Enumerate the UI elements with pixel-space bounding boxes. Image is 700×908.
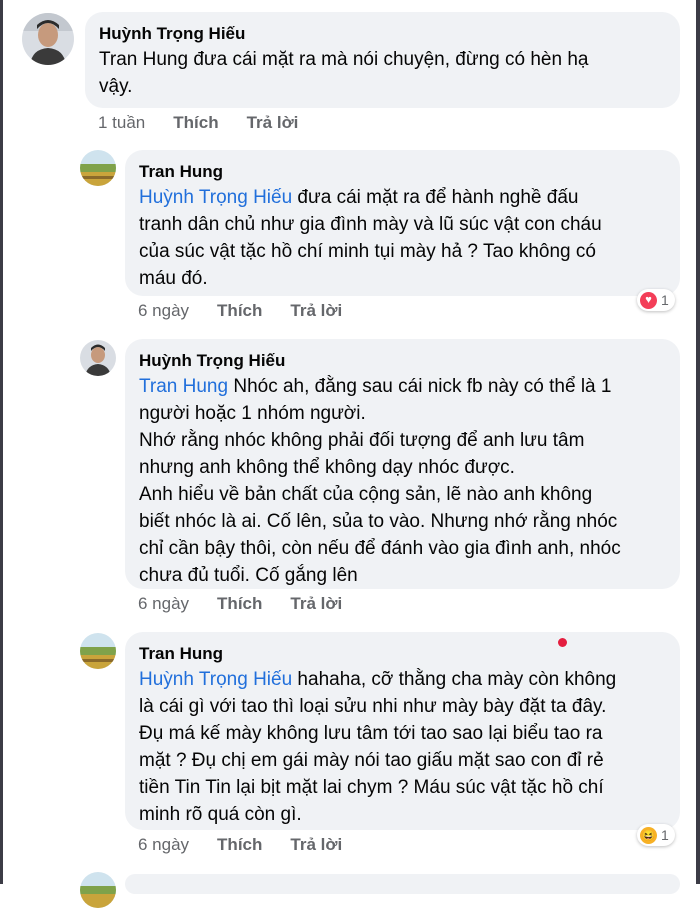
avatar[interactable] bbox=[22, 13, 74, 65]
comment-mention[interactable]: Huỳnh Trọng Hiếu bbox=[139, 669, 292, 690]
comment-body: Tran Hung đưa cái mặt ra mà nói chuyện, … bbox=[99, 49, 589, 97]
comment-text: Tran Hung Nhóc ah, đằng sau cái nick fb … bbox=[139, 373, 666, 589]
comment-body: Nhóc ah, đằng sau cái nick fb này có thể… bbox=[139, 376, 621, 586]
comment-author[interactable]: Tran Hung bbox=[139, 160, 666, 184]
comment-time[interactable]: 1 tuần bbox=[98, 112, 145, 134]
reply-button[interactable]: Trả lời bbox=[247, 112, 299, 134]
like-button[interactable]: Thích bbox=[173, 112, 218, 134]
heart-icon: ♥ bbox=[640, 291, 657, 309]
comment-bubble: Tran Hung Huỳnh Trọng Hiếu đưa cái mặt r… bbox=[125, 150, 680, 296]
comment-author[interactable]: Tran Hung bbox=[139, 642, 666, 666]
like-button[interactable]: Thích bbox=[217, 300, 262, 322]
comment-actions: 6 ngày Thích Trả lời bbox=[138, 593, 342, 615]
comment-time[interactable]: 6 ngày bbox=[138, 593, 189, 615]
avatar[interactable] bbox=[80, 150, 116, 186]
comment-mention[interactable]: Huỳnh Trọng Hiếu bbox=[139, 187, 292, 208]
comment-time[interactable]: 6 ngày bbox=[138, 300, 189, 322]
left-window-edge bbox=[0, 0, 3, 884]
comment-actions: 1 tuần Thích Trả lời bbox=[98, 112, 298, 134]
comment-text: Huỳnh Trọng Hiếu hahaha, cỡ thằng cha mà… bbox=[139, 666, 666, 828]
comment-time[interactable]: 6 ngày bbox=[138, 834, 189, 856]
reaction-count: 1 bbox=[661, 827, 669, 843]
comment-author[interactable]: Huỳnh Trọng Hiếu bbox=[139, 349, 666, 373]
reaction-badge[interactable]: 😆 1 bbox=[637, 824, 675, 846]
avatar[interactable] bbox=[80, 633, 116, 669]
like-button[interactable]: Thích bbox=[217, 834, 262, 856]
comment-actions: 6 ngày Thích Trả lời bbox=[138, 300, 342, 322]
person-photo-icon bbox=[22, 13, 74, 65]
reaction-badge[interactable]: ♥ 1 bbox=[637, 289, 675, 311]
comment-mention[interactable]: Tran Hung bbox=[139, 376, 228, 397]
landscape-photo-icon bbox=[80, 150, 116, 186]
reaction-count: 1 bbox=[661, 292, 669, 308]
landscape-photo-icon bbox=[80, 872, 116, 908]
like-button[interactable]: Thích bbox=[217, 593, 262, 615]
person-photo-icon bbox=[80, 340, 116, 376]
comment-text: Tran Hung đưa cái mặt ra mà nói chuyện, … bbox=[99, 46, 666, 100]
comment-actions: 6 ngày Thích Trả lời bbox=[138, 834, 342, 856]
comment-text: Huỳnh Trọng Hiếu đưa cái mặt ra để hành … bbox=[139, 184, 666, 292]
notification-dot bbox=[558, 638, 567, 647]
comment-bubble bbox=[125, 874, 680, 894]
comment-bubble: Tran Hung Huỳnh Trọng Hiếu hahaha, cỡ th… bbox=[125, 632, 680, 830]
landscape-photo-icon bbox=[80, 633, 116, 669]
reply-button[interactable]: Trả lời bbox=[290, 300, 342, 322]
reply-button[interactable]: Trả lời bbox=[290, 593, 342, 615]
avatar[interactable] bbox=[80, 340, 116, 376]
comment-bubble: Huỳnh Trọng Hiếu Tran Hung Nhóc ah, đằng… bbox=[125, 339, 680, 589]
right-window-edge bbox=[696, 0, 700, 884]
avatar[interactable] bbox=[80, 872, 116, 908]
comment-bubble: Huỳnh Trọng Hiếu Tran Hung đưa cái mặt r… bbox=[85, 12, 680, 108]
comment-body: hahaha, cỡ thằng cha mày còn không là cá… bbox=[139, 669, 617, 825]
comment-author[interactable]: Huỳnh Trọng Hiếu bbox=[99, 22, 666, 46]
reply-button[interactable]: Trả lời bbox=[290, 834, 342, 856]
haha-icon: 😆 bbox=[640, 826, 657, 844]
